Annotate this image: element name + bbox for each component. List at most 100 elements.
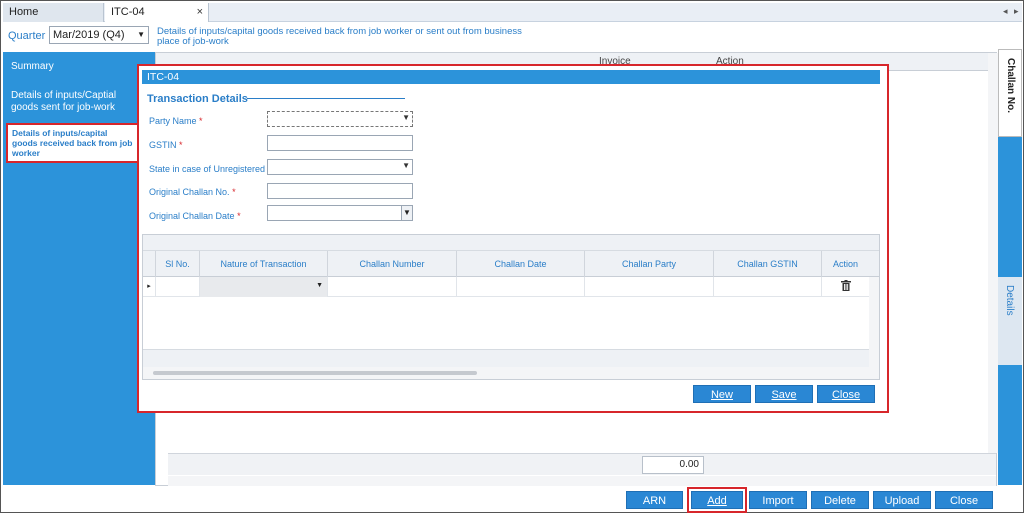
header-description: Details of inputs/capital goods received… (157, 26, 522, 47)
save-label: Save (771, 389, 797, 401)
chevron-down-icon: ▼ (402, 113, 410, 122)
grid-footer (143, 349, 869, 367)
gstin-input[interactable] (267, 135, 413, 151)
cell-challan-party[interactable] (584, 277, 713, 297)
section-divider (247, 98, 405, 99)
transaction-dialog: ITC-04 Transaction Details Party Name * … (137, 64, 889, 413)
cell-sl-no[interactable] (155, 277, 199, 297)
sidebar-item-sent-for-job-work[interactable]: Details of inputs/Captial goods sent for… (3, 90, 143, 114)
close-label: Close (949, 495, 979, 507)
state-select[interactable]: ▼ (267, 159, 413, 175)
col-challan-number[interactable]: Challan Number (327, 251, 456, 277)
close-button[interactable]: Close (935, 491, 993, 509)
close-tab-icon[interactable]: × (197, 3, 203, 22)
col-challan-party[interactable]: Challan Party (584, 251, 713, 277)
chevron-left-icon[interactable]: ◂ (1003, 6, 1008, 17)
total-amount: 0.00 (642, 456, 704, 474)
dialog-title: ITC-04 (142, 70, 880, 84)
col-nature-of-transaction[interactable]: Nature of Transaction (199, 251, 327, 277)
required-mark: * (237, 211, 241, 221)
challan-date-text: Original Challan Date (149, 211, 235, 221)
challan-no-label: Original Challan No. * (149, 187, 236, 197)
gstin-label: GSTIN * (149, 140, 183, 150)
delete-button[interactable]: Delete (811, 491, 869, 509)
chevron-down-icon: ▼ (316, 282, 323, 289)
trash-icon[interactable] (841, 280, 851, 291)
tab-details[interactable]: Details (998, 277, 1022, 365)
required-mark: * (199, 116, 203, 126)
state-label: State in case of Unregistered * (149, 164, 271, 174)
upload-button[interactable]: Upload (873, 491, 931, 509)
delete-label: Delete (824, 495, 856, 507)
gstin-text: GSTIN (149, 140, 177, 150)
tab-itc04-label: ITC-04 (111, 6, 145, 18)
cell-nature-select[interactable]: ▼ (199, 277, 327, 297)
challan-date-picker[interactable]: ▼ (267, 205, 413, 221)
save-button[interactable]: Save (755, 385, 813, 403)
tab-details-label: Details (1004, 285, 1015, 316)
cell-challan-date[interactable] (456, 277, 584, 297)
col-action[interactable]: Action (821, 251, 869, 277)
dialog-close-button[interactable]: Close (817, 385, 875, 403)
arn-details-button[interactable]: ARN Details (626, 491, 683, 509)
import-label: Import (762, 495, 794, 507)
add-label: Add (707, 495, 727, 507)
cell-challan-gstin[interactable] (713, 277, 821, 297)
grid-group-panel (143, 235, 879, 251)
tab-challan-no[interactable]: Challan No. (998, 49, 1022, 137)
quarter-select[interactable]: Mar/2019 (Q4) ▼ (49, 26, 149, 44)
horizontal-scrollbar[interactable] (168, 476, 996, 486)
row-indicator-header (143, 251, 155, 277)
chevron-right-icon[interactable]: ▸ (1014, 6, 1019, 17)
upload-label: Upload (884, 495, 920, 507)
section-title: Transaction Details (147, 93, 248, 105)
arn-details-label: ARN Details (642, 495, 667, 507)
table-row[interactable]: ▸ ▼ (143, 277, 879, 297)
state-text: State in case of Unregistered (149, 164, 266, 174)
sidebar-item-summary[interactable]: Summary (3, 61, 155, 73)
new-label: New (710, 389, 733, 401)
challan-no-input[interactable] (267, 183, 413, 199)
add-button[interactable]: Add (691, 491, 743, 509)
col-challan-gstin[interactable]: Challan GSTIN (713, 251, 821, 277)
import-button[interactable]: Import (749, 491, 807, 509)
tab-itc04[interactable]: ITC-04 × (105, 3, 209, 22)
new-button[interactable]: New (693, 385, 751, 403)
tab-bar: Home ITC-04 × ◂ ▸ (3, 3, 1022, 22)
grid-header: Sl No. Nature of Transaction Challan Num… (143, 251, 879, 277)
chevron-down-icon: ▼ (402, 161, 410, 170)
dialog-close-label: Close (831, 389, 861, 401)
tab-home-label: Home (9, 6, 39, 18)
col-sl-no[interactable]: Sl No. (155, 251, 199, 277)
cell-action (821, 277, 869, 297)
sidebar-item-label: Details of inputs/capital goods received… (12, 128, 133, 158)
right-side-panel: Challan No. Details (998, 49, 1022, 485)
tab-home[interactable]: Home (3, 3, 104, 22)
app-window: Home ITC-04 × ◂ ▸ Quarter Mar/2019 (Q4) … (0, 0, 1024, 513)
sidebar: Summary Details of inputs/Captial goods … (3, 52, 155, 485)
calendar-dropdown-icon[interactable]: ▼ (401, 206, 412, 220)
col-challan-date[interactable]: Challan Date (456, 251, 584, 277)
party-name-text: Party Name (149, 116, 197, 126)
required-mark: * (232, 187, 236, 197)
sidebar-item-label: Details of inputs/Captial goods sent for… (11, 90, 117, 113)
tab-challan-no-label: Challan No. (1005, 58, 1016, 114)
required-mark: * (179, 140, 183, 150)
chevron-down-icon: ▼ (137, 30, 145, 39)
sidebar-item-label: Summary (11, 61, 54, 72)
challan-no-text: Original Challan No. (149, 187, 230, 197)
grid-vertical-scrollbar[interactable] (869, 277, 879, 367)
challan-grid: Sl No. Nature of Transaction Challan Num… (142, 234, 880, 380)
grid-horizontal-scrollbar[interactable] (143, 367, 879, 379)
quarter-value: Mar/2019 (Q4) (53, 29, 125, 41)
vertical-scrollbar[interactable] (988, 53, 998, 453)
party-name-select[interactable]: ▼ (267, 111, 413, 127)
cell-challan-number[interactable] (327, 277, 456, 297)
challan-date-label: Original Challan Date * (149, 211, 241, 221)
row-indicator-icon: ▸ (147, 283, 151, 290)
party-name-label: Party Name * (149, 116, 203, 126)
quarter-label: Quarter (8, 30, 46, 42)
sidebar-item-received-back[interactable]: Details of inputs/capital goods received… (6, 123, 139, 163)
main-table-footer: 0.00 (168, 453, 996, 475)
scrollbar-thumb[interactable] (153, 371, 477, 375)
